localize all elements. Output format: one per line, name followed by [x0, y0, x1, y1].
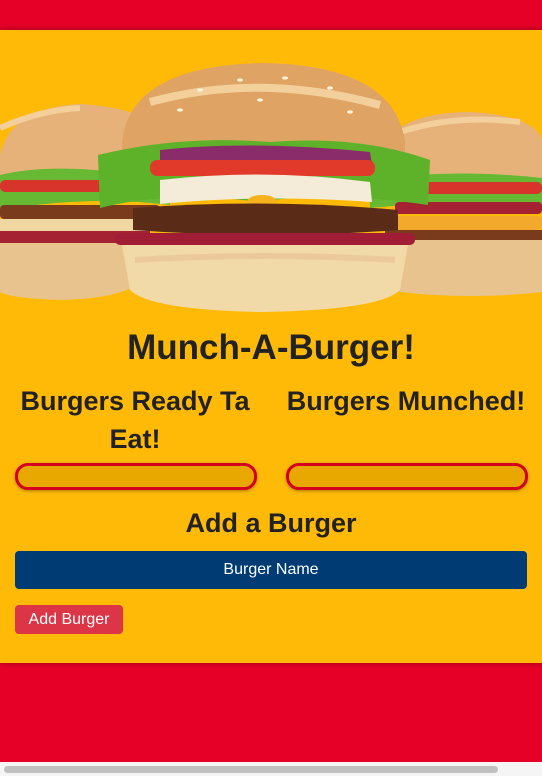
horizontal-scrollbar[interactable]: [0, 762, 542, 776]
add-burger-button[interactable]: Add Burger: [15, 605, 123, 634]
munched-burgers-list: [286, 463, 528, 490]
scrollbar-thumb[interactable]: [4, 766, 498, 773]
burger-name-input[interactable]: [15, 551, 527, 589]
ready-burgers-heading: Burgers Ready Ta Eat!: [20, 386, 250, 454]
main-panel: Munch-A-Burger! Burgers Ready Ta Eat! Bu…: [0, 30, 542, 663]
page-title: Munch-A-Burger!: [127, 328, 415, 367]
center-burger-illustration: [98, 63, 430, 312]
ready-burgers-list: [15, 463, 257, 490]
burger-hero-image: [0, 30, 542, 325]
add-burger-heading: Add a Burger: [185, 508, 357, 538]
munched-burgers-heading: Burgers Munched!: [286, 386, 526, 416]
